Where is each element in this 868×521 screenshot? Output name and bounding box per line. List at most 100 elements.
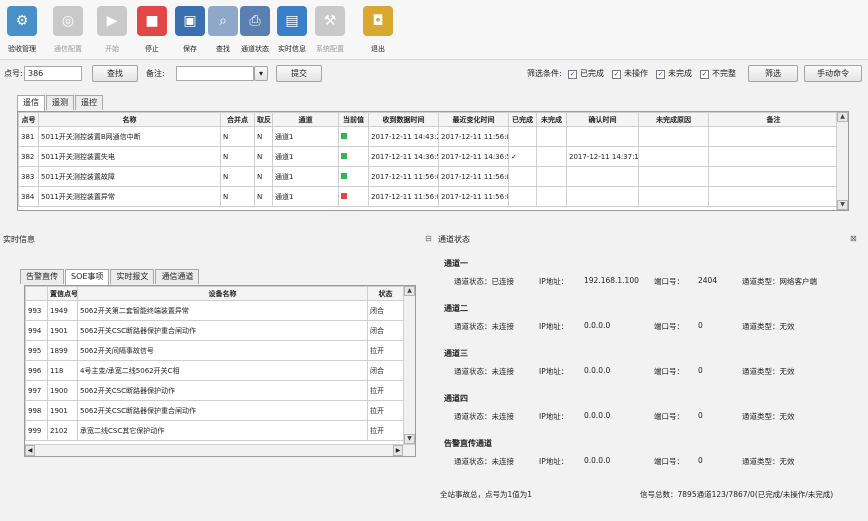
filter-checkbox[interactable]: ✓ [568,70,577,79]
toolbar-label: 通信配置 [54,45,82,53]
toolbar-button-8[interactable]: ⚒ 系统配置 [310,6,350,58]
channel-ip-value: 192.168.1.100 [584,276,639,285]
filter-button[interactable]: 筛选 [748,65,798,82]
column-header[interactable]: 名称 [38,112,221,127]
channel-port-value: 0 [698,321,703,330]
toolbar-button-9[interactable]: ◘ 退出 [358,6,398,58]
column-header[interactable] [25,286,48,301]
table-row[interactable]: 999 2102 承宽二线CSC其它保护动作 拉开 [25,420,404,441]
table-row[interactable]: 381 5011开关测控装置B网通信中断 N N 通道1 2017-12-11 14:43… [18,126,839,147]
table-row[interactable]: 383 5011开关测控装置故障 N N 通道1 2017-12-11 11:56:00 2… [18,166,839,187]
chevron-down-icon[interactable]: ▾ [254,66,268,81]
filter-checkbox[interactable]: ✓ [656,70,665,79]
manual-command-button[interactable]: 手动命令 [804,65,862,82]
column-header[interactable]: 备注 [708,112,839,127]
filter-checkbox[interactable]: ✓ [612,70,621,79]
tab-realtime-message[interactable]: 实时报文 [110,269,155,284]
table-cell: 2017-12-11 11:56:00 [438,166,509,187]
collapse-icon[interactable]: ⊟ [425,234,432,243]
channel-port-label: 端口号： [654,367,684,376]
tab-remote-measure[interactable]: 遥测 [46,95,74,110]
table-cell [536,166,567,187]
column-header[interactable]: 取反 [254,112,273,127]
tab-soe-events[interactable]: SOE事项 [65,269,110,285]
filter-checkbox[interactable]: ✓ [700,70,709,79]
toolbar-label: 保存 [183,45,197,53]
antenna-icon: ◎ [53,6,83,36]
tab-remote-control[interactable]: 遥控 [75,95,103,110]
scroll-up-icon[interactable]: ▲ [837,112,848,122]
scroll-left-icon[interactable]: ◀ [25,445,35,456]
toolbar-button-6[interactable]: ⎙ 通道状态 [235,6,275,58]
table-row[interactable]: 998 1901 5062开关CSC断路器保护重合闸动作 拉开 [25,400,404,421]
remark-select[interactable] [176,66,254,81]
column-header[interactable]: 确认时间 [566,112,639,127]
scroll-up-icon[interactable]: ▲ [404,286,415,296]
table-cell: 拉开 [367,420,404,441]
table-cell [566,166,639,187]
channel-port-label: 端口号： [654,457,684,466]
table-cell: 通道1 [272,166,339,187]
table-row[interactable]: 997 1900 5062开关CSC断路器保护动作 拉开 [25,380,404,401]
table-cell: 拉开 [367,340,404,361]
toolbar-button-3[interactable]: ■ 停止 [132,6,172,58]
table-cell: 5062开关CSC断路器保护重合闸动作 [77,400,368,421]
toolbar-button-2[interactable]: ▶ 开始 [92,6,132,58]
column-header[interactable]: 通道 [272,112,339,127]
table-cell [508,126,537,147]
tab-remote-signal[interactable]: 遥信 [17,95,45,111]
soe-table-scrollbar[interactable]: ▲ ▼ [403,286,415,444]
tab-alarm-direct[interactable]: 告警直传 [20,269,64,284]
column-header[interactable]: 已完成 [508,112,537,127]
channel-type: 通道类型：无效 [742,412,795,421]
close-icon[interactable]: ⊠ [850,234,857,243]
table-cell [708,146,839,167]
tab-comm-channel[interactable]: 通信通道 [155,269,200,284]
soe-hscrollbar[interactable]: ◀ ▶ [25,444,415,456]
table-cell: 2017-12-11 11:56:00 [368,166,439,187]
toolbar-button-0[interactable]: ⚙ 验收管理 [2,6,42,58]
scroll-down-icon[interactable]: ▼ [837,200,848,210]
column-header[interactable]: 状态 [367,286,404,301]
channel-status: 通道状态：未连接 [454,412,514,421]
column-header[interactable]: 点号 [18,112,39,127]
column-header[interactable]: 设备名称 [77,286,368,301]
table-row[interactable]: 996 118 4号主变/承宽二线5062开关C相 闭合 [25,360,404,381]
table-row[interactable]: 384 5011开关测控装置异常 N N 通道1 2017-12-11 11:56:00 2… [18,186,839,207]
toolbar-button-1[interactable]: ◎ 通信配置 [48,6,88,58]
table-row[interactable]: 995 1899 5062开关间隔事故信号 拉开 [25,340,404,361]
channel-status: 通道状态：已连接 [454,277,514,286]
gear-icon: ⚙ [7,6,37,36]
table-cell: N [220,166,255,187]
column-header[interactable]: 最近变化时间 [438,112,509,127]
column-header[interactable]: 当前值 [338,112,369,127]
channel-name: 通道二 [444,304,468,313]
signal-table-panel: 点号 名称 合并点 取反 通道 当前值 收到数据时间 最近变化时间 已完成 未完成 确认时间 未完成原… [17,111,849,211]
table-cell: 383 [18,166,39,187]
column-header[interactable]: 未完成 [536,112,567,127]
channel-ip-value: 0.0.0.0 [584,321,611,330]
table-cell [508,186,537,207]
toolbar-button-7[interactable]: ▤ 实时信息 [272,6,312,58]
table-cell: 1901 [47,400,78,421]
table-cell [708,186,839,207]
column-header[interactable]: 合并点 [220,112,255,127]
table-row[interactable]: 382 5011开关测控装置失电 N N 通道1 2017-12-11 14:36:53 2… [18,146,839,167]
scroll-down-icon[interactable]: ▼ [404,434,415,444]
table-row[interactable]: 994 1901 5062开关CSC断路器保护重合闸动作 闭合 [25,320,404,341]
scroll-right-icon[interactable]: ▶ [393,445,403,456]
table-cell [638,166,709,187]
signal-table-scrollbar[interactable]: ▲ ▼ [836,112,848,210]
submit-button[interactable]: 提交 [276,65,322,82]
table-cell: 999 [25,420,48,441]
channel-ip-label: IP地址： [539,277,569,286]
table-row[interactable]: 993 1949 5062开关第二套智能终端装置异常 闭合 [25,300,404,321]
column-header[interactable]: 收到数据时间 [368,112,439,127]
table-cell: 381 [18,126,39,147]
column-header[interactable]: 置信点号 [47,286,78,301]
find-button[interactable]: 查找 [92,65,138,82]
point-input[interactable]: 386 [24,66,82,81]
table-cell: N [254,166,273,187]
column-header[interactable]: 未完成原因 [638,112,709,127]
table-cell: 2017-12-11 14:37:15 [566,146,639,167]
